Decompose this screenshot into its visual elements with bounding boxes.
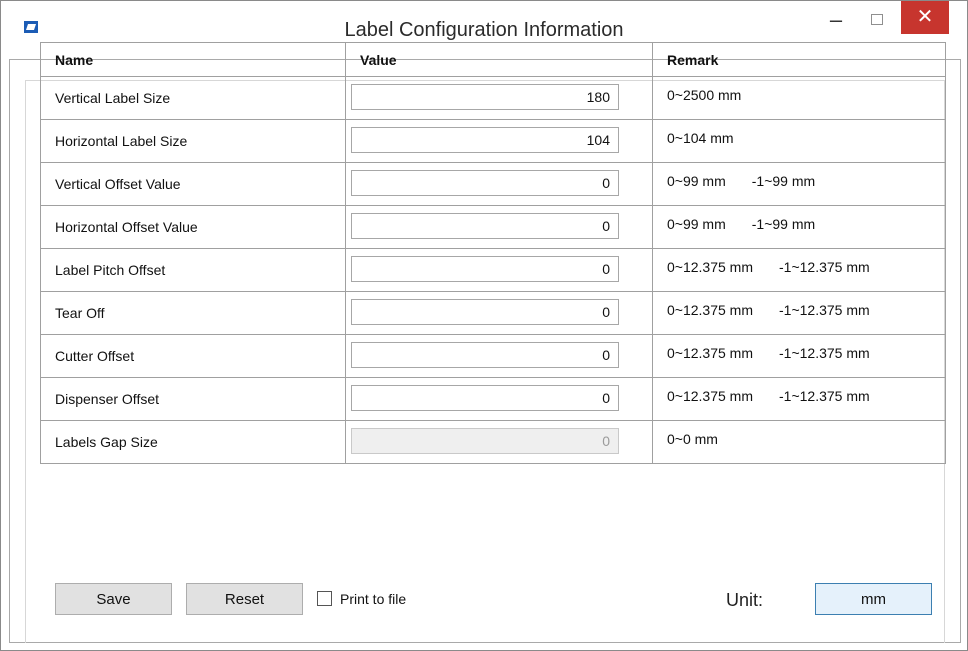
row-name: Cutter Offset [40, 334, 346, 378]
row-remark: 0~12.375 mm -1~12.375 mm [652, 248, 946, 292]
remark-range: 0~12.375 mm [667, 345, 753, 361]
table-row: Cutter Offset 0~12.375 mm -1~12.375 mm [40, 334, 946, 378]
value-input[interactable] [351, 170, 619, 196]
row-name: Labels Gap Size [40, 420, 346, 464]
unit-button[interactable]: mm [815, 583, 932, 615]
close-button[interactable]: ✕ [901, 1, 949, 34]
config-table: Name Value Remark Vertical Label Size 0~2… [40, 42, 946, 464]
remark-range-alt: -1~99 mm [751, 216, 816, 232]
row-remark: 0~12.375 mm -1~12.375 mm [652, 334, 946, 378]
remark-range: 0~104 mm [667, 130, 734, 146]
row-name: Label Pitch Offset [40, 248, 346, 292]
row-name: Dispenser Offset [40, 377, 346, 421]
header-value: Value [345, 42, 653, 77]
value-input[interactable] [351, 256, 619, 282]
row-value-cell [345, 162, 653, 206]
maximize-icon [871, 14, 883, 25]
remark-range: 0~99 mm [667, 216, 726, 232]
row-value-cell [345, 76, 653, 120]
value-input[interactable] [351, 127, 619, 153]
row-name: Horizontal Label Size [40, 119, 346, 163]
value-input[interactable] [351, 299, 619, 325]
row-value-cell [345, 248, 653, 292]
row-value-cell [345, 119, 653, 163]
value-input[interactable] [351, 385, 619, 411]
row-name: Vertical Label Size [40, 76, 346, 120]
remark-range: 0~0 mm [667, 431, 718, 447]
row-value-cell [345, 291, 653, 335]
value-input [351, 428, 619, 454]
table-header-row: Name Value Remark [40, 42, 946, 77]
row-value-cell [345, 205, 653, 249]
row-value-cell [345, 377, 653, 421]
save-button[interactable]: Save [55, 583, 172, 615]
row-remark: 0~12.375 mm -1~12.375 mm [652, 291, 946, 335]
row-remark: 0~99 mm -1~99 mm [652, 162, 946, 206]
maximize-button[interactable] [863, 6, 891, 34]
table-row: Label Pitch Offset 0~12.375 mm -1~12.375 m… [40, 248, 946, 292]
table-row: Horizontal Label Size 0~104 mm [40, 119, 946, 163]
table-row: Vertical Label Size 0~2500 mm [40, 76, 946, 120]
remark-range: 0~12.375 mm [667, 388, 753, 404]
row-remark: 0~104 mm [652, 119, 946, 163]
unit-label: Unit: [726, 590, 764, 610]
remark-range: 0~2500 mm [667, 87, 742, 103]
value-input[interactable] [351, 342, 619, 368]
value-input[interactable] [351, 84, 619, 110]
remark-range: 0~12.375 mm [667, 302, 753, 318]
minimize-button[interactable]: – [823, 6, 849, 34]
dialog-window: Label Configuration Information – ✕ Name… [0, 0, 968, 651]
row-name: Tear Off [40, 291, 346, 335]
remark-range: 0~99 mm [667, 173, 726, 189]
row-value-cell [345, 420, 653, 464]
reset-button[interactable]: Reset [186, 583, 303, 615]
row-remark: 0~12.375 mm -1~12.375 mm [652, 377, 946, 421]
remark-range-alt: -1~12.375 mm [779, 388, 870, 404]
print-to-file-checkbox[interactable] [317, 591, 332, 606]
header-remark: Remark [652, 42, 946, 77]
table-row: Vertical Offset Value 0~99 mm -1~99 mm [40, 162, 946, 206]
row-name: Horizontal Offset Value [40, 205, 346, 249]
row-value-cell [345, 334, 653, 378]
remark-range-alt: -1~12.375 mm [779, 259, 870, 275]
table-row: Dispenser Offset 0~12.375 mm -1~12.375 mm [40, 377, 946, 421]
remark-range-alt: -1~12.375 mm [779, 302, 870, 318]
remark-range-alt: -1~99 mm [751, 173, 816, 189]
table-row: Tear Off 0~12.375 mm -1~12.375 mm [40, 291, 946, 335]
header-name: Name [40, 42, 346, 77]
table-row: Horizontal Offset Value 0~99 mm -1~99 mm [40, 205, 946, 249]
table-row: Labels Gap Size 0~0 mm [40, 420, 946, 464]
remark-range-alt: -1~12.375 mm [779, 345, 870, 361]
remark-range: 0~12.375 mm [667, 259, 753, 275]
row-remark: 0~2500 mm [652, 76, 946, 120]
row-remark: 0~99 mm -1~99 mm [652, 205, 946, 249]
print-to-file-label: Print to file [340, 591, 407, 607]
row-name: Vertical Offset Value [40, 162, 346, 206]
row-remark: 0~0 mm [652, 420, 946, 464]
value-input[interactable] [351, 213, 619, 239]
